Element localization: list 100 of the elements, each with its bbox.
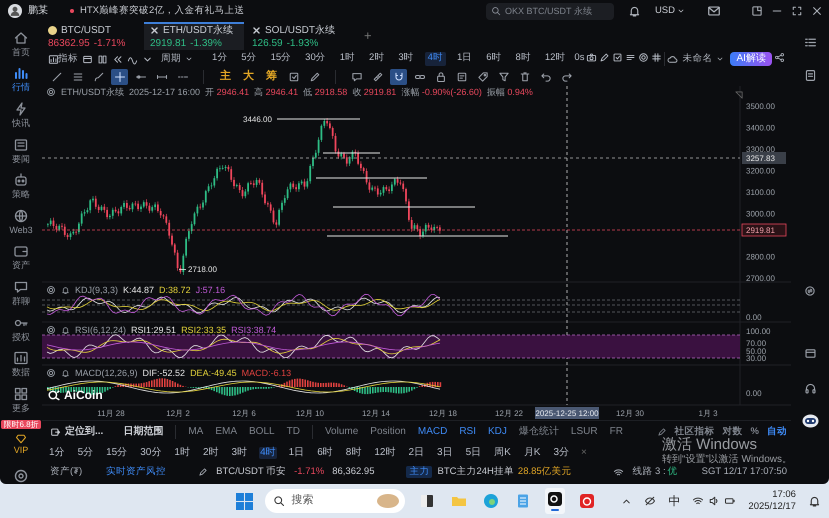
sidebar-item[interactable]: 更多 [1, 384, 41, 416]
sidebar-item[interactable]: 群聊 [1, 277, 41, 309]
period-option[interactable]: 3日 [436, 446, 454, 458]
sidebar-item[interactable]: 行情 [1, 64, 41, 96]
taskbar-date[interactable]: 2025/12/17 [748, 501, 796, 513]
indicator-toggle[interactable]: RSI [459, 426, 476, 438]
period-option[interactable]: 2日 [407, 446, 425, 458]
taskbar-time[interactable]: 17:06 [772, 489, 796, 501]
period-option[interactable]: 12时 [542, 52, 568, 66]
period-option[interactable]: 4时 [259, 446, 277, 458]
chart-option[interactable]: % [750, 426, 759, 438]
indicator-name: KDJ(9,3,3) [75, 285, 118, 296]
period-menu[interactable]: 周期 [161, 53, 181, 65]
period-option[interactable]: 周K [493, 446, 512, 458]
currency-select[interactable]: USD [654, 5, 675, 17]
period-option[interactable]: 1时 [173, 446, 191, 458]
promo-badge[interactable]: 限时6.8折 [1, 420, 41, 430]
taskbar-search-field[interactable]: 搜索 [265, 489, 406, 513]
assets-label[interactable]: 资产(₮) [50, 466, 82, 478]
axis-label: 1月 3 [698, 409, 718, 418]
period-option[interactable]: 8时 [344, 446, 362, 458]
sidebar-item[interactable]: 数据 [1, 348, 41, 380]
chart-option[interactable]: 社区指标 [674, 426, 715, 438]
sidebar-item[interactable]: Web3 [1, 206, 41, 238]
tab-change: -1.71% [94, 38, 126, 50]
period-option[interactable]: 3分 [552, 446, 570, 458]
market-tab[interactable]: BTC/USDT 86362.95 -1.71% [42, 22, 142, 50]
period-option[interactable]: 12时 [373, 446, 396, 458]
user-name[interactable]: 鹏某 [28, 5, 48, 17]
axis-label: 12月 10 [296, 409, 324, 418]
sidebar-item[interactable]: 资产 [1, 242, 41, 274]
market-tab[interactable]: ETH/USDT永续 2919.81 -1.39% [144, 22, 244, 50]
period-option[interactable]: 5分 [238, 52, 260, 66]
add-tab-button[interactable]: + [364, 28, 372, 44]
risk-link[interactable]: 实时资产风控 [106, 466, 166, 478]
indicator-toggle[interactable]: KDJ [488, 426, 507, 438]
date-range-button[interactable]: 日期范围 [123, 426, 164, 438]
period-option[interactable]: 3时 [230, 446, 248, 458]
indicator-toggle[interactable]: FR [610, 426, 623, 438]
period-option[interactable]: 5分 [76, 446, 94, 458]
crosshair-time-label: 2025-12-25 12:00 [535, 407, 599, 419]
period-option[interactable]: 1时 [336, 52, 358, 66]
indicator-toggle[interactable]: EMA [215, 426, 238, 438]
sidebar-item[interactable]: 首页 [1, 28, 41, 60]
search-field[interactable]: OKX BTC/USDT 永续 [486, 2, 614, 20]
logo-text: AiCoin [64, 388, 103, 402]
indicator-name: MACD(12,26,9) [75, 368, 138, 379]
vip-label[interactable]: VIP [14, 445, 28, 456]
activation-title: 激活 Windows [662, 437, 758, 454]
period-option[interactable]: 1分 [209, 52, 230, 66]
ime-indicator[interactable]: 中 [668, 494, 680, 508]
period-option[interactable]: 30分 [302, 52, 329, 66]
period-option[interactable]: 2时 [202, 446, 220, 458]
period-option[interactable]: 15分 [268, 52, 294, 66]
indicator-toggle[interactable]: MACD [418, 426, 448, 438]
period-option[interactable]: 4时 [424, 52, 446, 66]
indicator-toggle[interactable]: LSUR [570, 426, 598, 438]
indicator-value: RSI3:38.74 [231, 325, 276, 336]
ticker-pair[interactable]: BTC/USDT 币安 [216, 466, 286, 478]
search-input[interactable]: 搜索 [291, 494, 372, 508]
period-option[interactable]: 1日 [288, 446, 306, 458]
sidebar-item[interactable]: 要闻 [1, 134, 41, 166]
period-option[interactable]: 1分 [48, 446, 66, 458]
indicator-toggle[interactable]: Position [370, 426, 406, 438]
layout-select[interactable]: 未命名 [682, 53, 712, 65]
period-option[interactable]: 15分 [105, 446, 128, 458]
indicator-toggle[interactable]: MA [188, 426, 204, 438]
overlay-toggle[interactable]: 大 [239, 70, 258, 84]
overlay-toggle[interactable]: 筹 [262, 70, 281, 84]
period-option[interactable]: 月K [522, 446, 542, 458]
period-option[interactable]: 8时 [512, 52, 534, 66]
period-option[interactable]: 2时 [366, 52, 388, 66]
indicator-toggle[interactable]: BOLL [249, 426, 275, 438]
sidebar-item[interactable]: 授权 [1, 312, 41, 344]
news-headline[interactable]: HTX巅峰赛突破2亿，入金有礼马上送 [80, 5, 244, 17]
axis-label: 11月 28 [97, 409, 125, 418]
period-option[interactable]: 5日 [464, 446, 482, 458]
period-option[interactable]: 6时 [316, 446, 334, 458]
news-ticker[interactable]: BTC主力24H挂单 [437, 466, 514, 478]
indicator-value: J:57.16 [196, 285, 226, 296]
axis-label: 70.00 [746, 339, 766, 348]
indicator-toggle[interactable]: TD [286, 426, 300, 438]
market-tab[interactable]: SOL/USDT永续 126.59 -1.93% [246, 22, 346, 50]
sidebar-item[interactable]: 策略 [1, 170, 41, 202]
ohlc-field: 收 2919.81 [352, 87, 396, 98]
axis-label: 3500.00 [746, 102, 775, 111]
connection-line[interactable]: 线路 3 : [632, 466, 666, 478]
period-option[interactable]: 30分 [139, 446, 162, 458]
period-option[interactable]: 3时 [395, 52, 417, 66]
locate-button[interactable]: 定位到... [65, 426, 104, 438]
indicator-menu[interactable]: 指标 [58, 53, 78, 65]
chart-option[interactable]: 对数 [722, 426, 743, 438]
chart-option[interactable]: 自动 [767, 426, 787, 438]
period-option[interactable]: 1日 [454, 52, 476, 66]
period-option[interactable]: 6时 [483, 52, 505, 66]
ai-button[interactable]: AI解读 [730, 52, 772, 66]
indicator-toggle[interactable]: 爆仓统计 [518, 426, 559, 438]
overlay-toggle[interactable]: 主 [216, 70, 235, 84]
indicator-toggle[interactable]: Volume [324, 426, 358, 438]
sidebar-item[interactable]: 快讯 [1, 99, 41, 131]
